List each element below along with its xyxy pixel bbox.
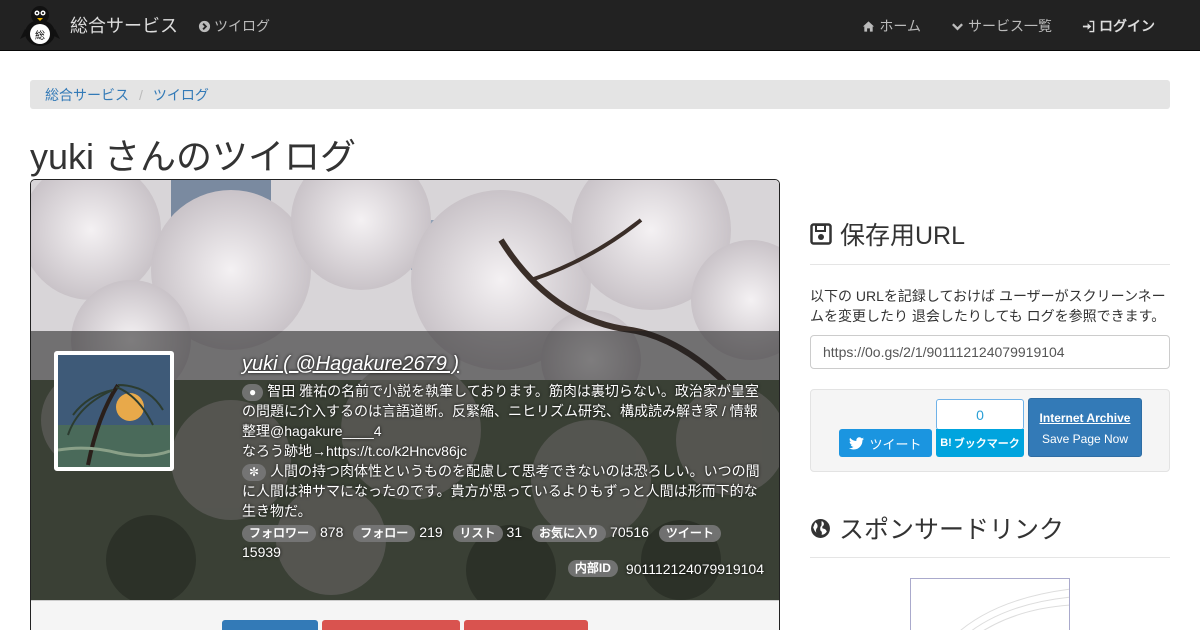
internet-archive-title: Internet Archive — [1039, 411, 1131, 425]
sponsored-links-heading: スポンサードリンク — [810, 510, 1064, 546]
breadcrumb-separator: / — [139, 86, 143, 103]
stat-label: リスト — [452, 524, 503, 542]
brand-link[interactable]: 総 総合サービス — [20, 2, 178, 48]
stat-label: お気に入り — [532, 524, 607, 542]
divider — [810, 264, 1170, 265]
breadcrumb-item-services[interactable]: 総合サービス — [45, 85, 129, 105]
twitter-icon: ✼ — [242, 463, 267, 481]
hatena-bookmark-count: 0 — [936, 399, 1024, 430]
stat-value: 219 — [419, 524, 443, 540]
svg-text:総: 総 — [35, 29, 45, 42]
stat-label: ツイート — [658, 524, 721, 542]
profile-name-link[interactable]: yuki ( @Hagakure2679 ) — [242, 351, 767, 377]
stat-value: 15939 — [242, 544, 281, 560]
stat-value: 70516 — [610, 524, 649, 540]
profile-bio-link[interactable]: なろう跡地→https://t.co/k2Hncv86jc — [242, 441, 767, 461]
internal-id-value: 901112124079919104 — [625, 560, 764, 577]
tweet-button-label: ツイート — [869, 436, 922, 452]
nav-label-home: ホーム — [879, 18, 921, 34]
top-navbar: 総 総合サービス ツイログ ホーム サービス一覧 ログイン — [0, 0, 1200, 51]
save-url-input[interactable] — [810, 335, 1170, 369]
breadcrumb-item-tsuilog[interactable]: ツイログ — [153, 85, 209, 105]
chevron-down-icon — [952, 22, 963, 30]
nav-label-services: サービス一覧 — [968, 18, 1052, 34]
share-panel: ツイート 0 B! ブックマーク Internet Archive Save P… — [810, 389, 1170, 472]
hatena-bookmark-label: ブックマーク — [953, 438, 1020, 450]
action-button-primary[interactable] — [222, 620, 318, 630]
profile-card: yuki ( @Hagakure2679 ) ● 智田 雅祐の名前で小説を執筆して… — [30, 179, 780, 630]
save-url-title: 保存用URL — [840, 222, 966, 250]
stat-label: フォロー — [353, 524, 416, 542]
profile-stats: フォロワー 878 フォロー 219 リスト 31 お気に入り 70516 ツイート 15… — [242, 522, 767, 562]
globe-icon — [811, 518, 830, 538]
internal-id-label: 内部ID — [567, 560, 618, 577]
profile-avatar[interactable] — [54, 351, 174, 471]
internet-archive-subtitle: Save Page Now — [1041, 432, 1129, 446]
stat-label: フォロワー — [242, 524, 317, 542]
chevron-circle-right-icon — [198, 20, 211, 32]
comment-icon: ● — [242, 383, 264, 401]
breadcrumb: 総合サービス / ツイログ — [30, 80, 1170, 109]
internal-id: 内部ID 901112124079919104 — [567, 560, 764, 577]
nav-item-services[interactable]: サービス一覧 — [951, 16, 1052, 36]
page-title: yuki さんのツイログ — [30, 136, 357, 177]
sponsored-ad[interactable] — [910, 578, 1070, 630]
stat-value: 878 — [320, 524, 344, 540]
internet-archive-button[interactable]: Internet Archive Save Page Now — [1028, 398, 1142, 457]
sponsored-links-title: スポンサードリンク — [839, 516, 1065, 544]
card-action-bar — [31, 600, 779, 630]
save-url-description: 以下の URLを記録しておけば ユーザーがスクリーンネームを変更したり 退会した… — [810, 288, 1166, 324]
sign-in-icon — [1082, 20, 1095, 32]
avatar-ukiyoe-image — [58, 355, 170, 467]
tweet-button[interactable]: ツイート — [839, 429, 932, 457]
latest-tweet-text: 人間の持つ肉体性というものを配慮して思考できないのは恐ろしい。いつの間に人間は神… — [242, 463, 760, 519]
brand-title: 総合サービス — [70, 16, 178, 36]
nav-item-login[interactable]: ログイン — [1082, 16, 1155, 36]
save-url-heading: 保存用URL — [810, 216, 965, 252]
nav-item-home[interactable]: ホーム — [862, 16, 921, 36]
penguin-logo-icon: 総 — [20, 6, 60, 46]
action-button-danger[interactable] — [322, 620, 460, 630]
nav-label-tsuilog: ツイログ — [214, 18, 270, 34]
twitter-bird-icon — [849, 436, 865, 449]
nav-label-login: ログイン — [1099, 18, 1155, 34]
nav-item-tsuilog[interactable]: ツイログ — [198, 16, 270, 36]
hatena-bookmark-button[interactable]: B! ブックマーク — [936, 429, 1024, 457]
divider — [810, 557, 1170, 558]
home-icon — [863, 20, 875, 32]
profile-bio: 智田 雅祐の名前で小説を執筆しております。筋肉は裏切らない。政治家が皇室の問題に… — [242, 383, 759, 439]
floppy-disk-icon — [810, 223, 832, 245]
hatena-b-icon: B! — [940, 437, 952, 449]
ad-graphic — [960, 588, 1069, 630]
action-button-danger-2[interactable] — [464, 620, 588, 630]
stat-value: 31 — [506, 524, 523, 540]
